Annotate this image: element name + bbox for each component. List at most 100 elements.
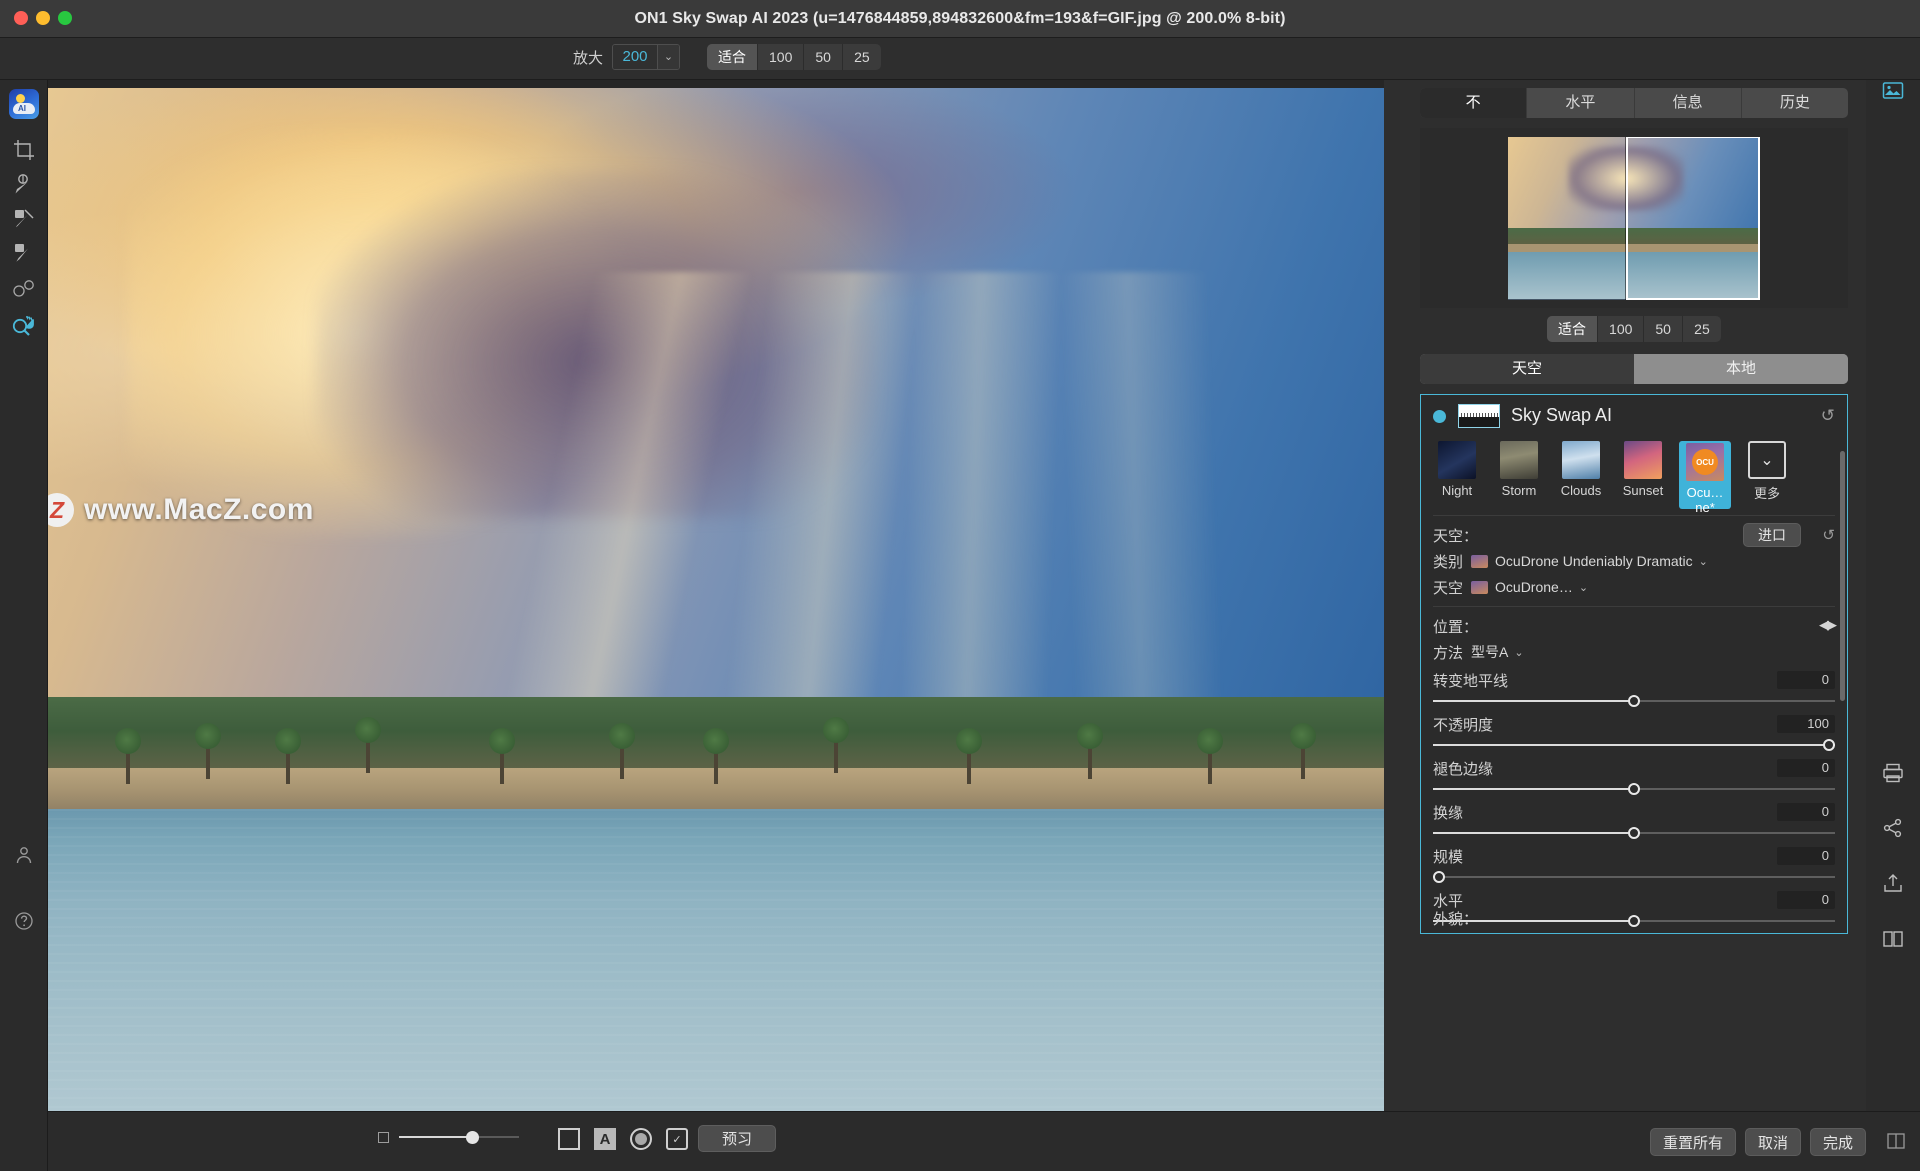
zoom-100-button[interactable]: 100 (758, 44, 805, 70)
slider-scale[interactable]: 规模 0 (1421, 845, 1847, 885)
nav-zoom-25-button[interactable]: 25 (1683, 316, 1721, 342)
mask-opacity-slider[interactable] (399, 1130, 519, 1144)
slider-track[interactable] (1433, 913, 1835, 929)
mask-opacity-group[interactable] (378, 1130, 519, 1144)
preset-storm[interactable]: Storm (1493, 441, 1545, 509)
slider-value[interactable]: 0 (1777, 891, 1835, 909)
slider-fade-edge[interactable]: 褪色边缘 0 (1421, 757, 1847, 797)
layers-photo-icon[interactable] (1880, 78, 1906, 104)
preset-sunset[interactable]: Sunset (1617, 441, 1669, 509)
zoom-pan-tool[interactable] (4, 308, 44, 342)
maximize-button[interactable] (58, 11, 72, 25)
sky-section-reset-icon[interactable]: ↺ (1822, 526, 1835, 544)
close-button[interactable] (14, 11, 28, 25)
slider-knob[interactable] (1628, 783, 1640, 795)
preset-night[interactable]: Night (1431, 441, 1483, 509)
panel-divider-icon[interactable] (1886, 1132, 1906, 1155)
preview-button[interactable]: 预习 (698, 1125, 776, 1152)
mask-circle-icon[interactable] (630, 1128, 652, 1150)
show-mask-square-icon[interactable] (558, 1128, 580, 1150)
slider-knob[interactable] (1628, 827, 1640, 839)
slider-value[interactable]: 0 (1777, 847, 1835, 865)
sky-local-mode-tabs[interactable]: 天空 本地 (1420, 354, 1848, 384)
slider-shift-horizon[interactable]: 转变地平线 0 (1421, 669, 1847, 709)
slider-knob[interactable] (1628, 695, 1640, 707)
healing-brush-tool[interactable] (4, 235, 44, 269)
category-value[interactable]: OcuDrone Undeniably Dramatic (1495, 553, 1693, 569)
compare-split-icon[interactable] (1880, 926, 1906, 952)
preset-clouds[interactable]: Clouds (1555, 441, 1607, 509)
slider-value[interactable]: 0 (1777, 759, 1835, 777)
preset-ocudrone[interactable]: Ocu…ne* (1679, 441, 1731, 515)
slider-shift-edge[interactable]: 换缘 0 (1421, 801, 1847, 841)
print-icon[interactable] (1880, 760, 1906, 786)
export-icon[interactable] (1880, 870, 1906, 896)
image-canvas[interactable]: Z www.MacZ.com (48, 88, 1384, 1111)
canvas-view-icons[interactable]: A ✓ (558, 1128, 688, 1150)
slider-knob[interactable] (466, 1131, 480, 1144)
text-overlay-icon[interactable]: A (594, 1128, 616, 1150)
sky-preset-row[interactable]: Night Storm Clouds Sunset Ocu…ne* (1421, 441, 1847, 515)
module-enable-toggle[interactable] (1433, 410, 1446, 423)
nav-fit-button[interactable]: 适合 (1547, 316, 1599, 342)
fit-zoom-segmented-control[interactable]: 适合 100 50 25 (707, 44, 881, 70)
checkbox-mask-icon[interactable]: ✓ (666, 1128, 688, 1150)
perfect-brush-tool[interactable] (4, 167, 44, 201)
done-button[interactable]: 完成 (1809, 1128, 1866, 1156)
zoom-50-button[interactable]: 50 (804, 44, 843, 70)
navigator-zoom-group[interactable]: 适合 100 50 25 (1420, 316, 1848, 342)
slider-track[interactable] (1433, 693, 1835, 709)
sky-row[interactable]: 天空 OcuDrone… ⌄ (1421, 574, 1847, 600)
tab-history[interactable]: 历史 (1742, 88, 1848, 118)
slider-value[interactable]: 0 (1777, 671, 1835, 689)
tab-sky[interactable]: 天空 (1420, 354, 1634, 384)
help-tool[interactable] (4, 906, 44, 940)
position-arrows-icon[interactable]: ◀▶ (1819, 617, 1837, 633)
slider-track[interactable] (1433, 869, 1835, 885)
slider-knob[interactable] (1628, 915, 1640, 927)
fit-button[interactable]: 适合 (707, 44, 758, 70)
tab-info[interactable]: 信息 (1635, 88, 1742, 118)
nav-zoom-50-button[interactable]: 50 (1644, 316, 1683, 342)
reset-all-button[interactable]: 重置所有 (1649, 1128, 1736, 1156)
chisel-blur-tool[interactable] (4, 271, 44, 305)
import-button[interactable]: 进口 (1743, 523, 1801, 547)
people-tool[interactable] (4, 840, 44, 874)
navigator-viewport-rect[interactable] (1626, 136, 1760, 300)
window-controls[interactable] (14, 11, 72, 25)
tab-local[interactable]: 本地 (1634, 354, 1848, 384)
zoom-25-button[interactable]: 25 (843, 44, 881, 70)
chevron-down-icon[interactable]: ⌄ (657, 45, 680, 69)
navigator-panel[interactable] (1420, 128, 1848, 308)
slider-value[interactable]: 0 (1777, 803, 1835, 821)
panel-tabs[interactable]: 不 水平 信息 历史 (1420, 88, 1848, 118)
method-row[interactable]: 方法 型号A ⌄ (1421, 639, 1847, 665)
chevron-down-icon[interactable]: ⌄ (1579, 581, 1588, 594)
sky-value[interactable]: OcuDrone… (1495, 579, 1573, 595)
slider-horizontal[interactable]: 水平 0 (1421, 889, 1847, 929)
slider-knob[interactable] (1823, 739, 1835, 751)
method-value[interactable]: 型号A (1471, 642, 1508, 662)
chevron-down-icon[interactable]: ⌄ (1699, 555, 1708, 568)
preset-more[interactable]: ⌄ 更多 (1741, 441, 1793, 509)
nav-zoom-100-button[interactable]: 100 (1598, 316, 1645, 342)
zoom-input-wrapper[interactable]: 200 ⌄ (612, 44, 681, 70)
minimize-button[interactable] (36, 11, 50, 25)
slider-track[interactable] (1433, 737, 1835, 753)
slider-value[interactable]: 100 (1777, 715, 1835, 733)
reset-arrow-icon[interactable]: ↺ (1821, 406, 1835, 426)
navigator-thumbnail[interactable] (1508, 136, 1760, 300)
slider-track[interactable] (1433, 825, 1835, 841)
chevron-down-icon[interactable]: ⌄ (1514, 646, 1523, 659)
cancel-button[interactable]: 取消 (1744, 1128, 1801, 1156)
share-icon[interactable] (1880, 815, 1906, 841)
tab-none[interactable]: 不 (1420, 88, 1528, 118)
zoom-input[interactable]: 200 (613, 45, 658, 69)
crop-tool[interactable] (4, 133, 44, 167)
category-row[interactable]: 类别 OcuDrone Undeniably Dramatic ⌄ (1421, 548, 1847, 574)
retouch-brush-tool[interactable] (4, 201, 44, 235)
slider-track[interactable] (1433, 781, 1835, 797)
tab-levels[interactable]: 水平 (1527, 88, 1635, 118)
slider-opacity[interactable]: 不透明度 100 (1421, 713, 1847, 753)
footer-buttons[interactable]: 重置所有 取消 完成 (1649, 1128, 1866, 1156)
